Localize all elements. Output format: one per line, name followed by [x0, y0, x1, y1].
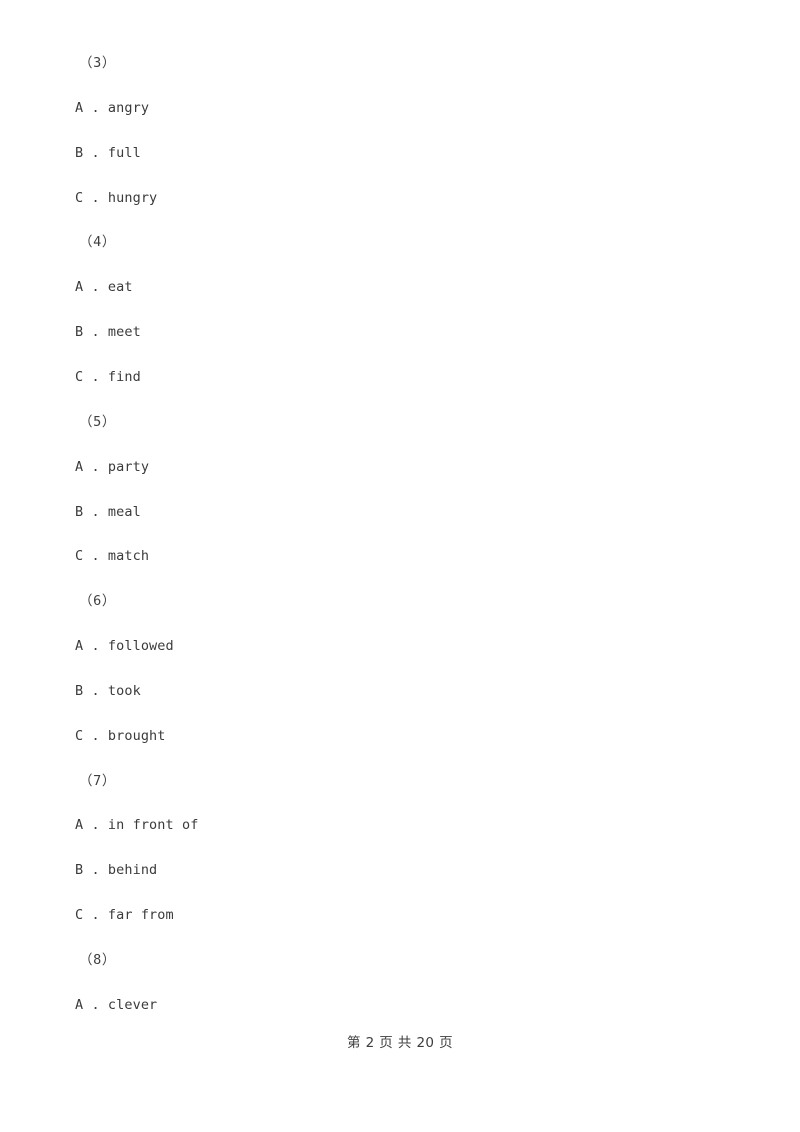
document-page: （3） A . angry B . full C . hungry （4） A . eat… [0, 0, 800, 1132]
option-letter: A [75, 996, 84, 1013]
option-letter: C [75, 189, 84, 206]
option-letter: B [75, 144, 84, 161]
answer-option[interactable]: B . took [75, 683, 141, 699]
option-text: far from [107, 907, 174, 924]
option-separator: . [83, 279, 108, 296]
question-number-4: （4） [79, 234, 116, 251]
answer-option[interactable]: A . followed [75, 638, 174, 654]
answer-option[interactable]: A . party [75, 459, 149, 475]
option-text: clever [107, 996, 158, 1013]
answer-option[interactable]: A . eat [75, 279, 133, 295]
answer-option[interactable]: B . meet [75, 324, 141, 340]
option-separator: . [83, 817, 108, 834]
option-letter: A [75, 817, 84, 834]
option-separator: . [83, 189, 108, 206]
answer-option[interactable]: B . meal [75, 504, 141, 520]
option-text: took [107, 682, 141, 699]
option-text: meet [107, 324, 141, 341]
option-text: hungry [107, 189, 158, 206]
option-separator: . [83, 727, 108, 744]
option-separator: . [83, 144, 108, 161]
option-letter: B [75, 503, 84, 520]
answer-option[interactable]: C . find [75, 369, 141, 385]
option-separator: . [83, 368, 108, 385]
question-number-6: （6） [79, 593, 116, 610]
option-letter: C [75, 727, 84, 744]
answer-option[interactable]: A . angry [75, 100, 149, 116]
question-number-3: （3） [79, 55, 116, 71]
option-separator: . [83, 324, 108, 341]
option-text: angry [107, 99, 150, 116]
option-separator: . [83, 548, 108, 565]
answer-option[interactable]: A . clever [75, 997, 157, 1013]
option-text: followed [107, 638, 174, 655]
option-text: in front of [107, 817, 199, 834]
option-letter: C [75, 907, 84, 924]
answer-option[interactable]: A . in front of [75, 817, 198, 833]
option-separator: . [83, 99, 108, 116]
option-separator: . [83, 907, 108, 924]
answer-option[interactable]: C . brought [75, 728, 166, 744]
option-letter: B [75, 682, 84, 699]
option-letter: A [75, 99, 84, 116]
option-text: brought [107, 727, 166, 744]
option-letter: A [75, 458, 84, 475]
option-letter: C [75, 368, 84, 385]
option-text: match [107, 548, 150, 565]
option-letter: C [75, 548, 84, 565]
option-letter: B [75, 862, 84, 879]
option-letter: A [75, 638, 84, 655]
option-text: full [107, 144, 141, 161]
option-text: find [107, 368, 141, 385]
answer-option[interactable]: C . match [75, 548, 149, 564]
option-separator: . [83, 996, 108, 1013]
option-separator: . [83, 458, 108, 475]
answer-option[interactable]: C . hungry [75, 190, 157, 206]
answer-option[interactable]: C . far from [75, 907, 174, 923]
option-letter: B [75, 324, 84, 341]
answer-option[interactable]: B . full [75, 145, 141, 161]
question-number-5: （5） [79, 413, 116, 430]
question-number-8: （8） [79, 952, 116, 968]
option-separator: . [83, 682, 108, 699]
option-text: meal [107, 503, 141, 520]
option-separator: . [83, 862, 108, 879]
option-text: eat [107, 279, 133, 296]
option-separator: . [83, 503, 108, 520]
option-text: behind [107, 862, 158, 879]
option-text: party [107, 458, 150, 475]
option-letter: A [75, 279, 84, 296]
page-footer: 第 2 页 共 20 页 [346, 1035, 454, 1051]
option-separator: . [83, 638, 108, 655]
answer-option[interactable]: B . behind [75, 862, 157, 878]
question-number-7: （7） [79, 772, 116, 789]
